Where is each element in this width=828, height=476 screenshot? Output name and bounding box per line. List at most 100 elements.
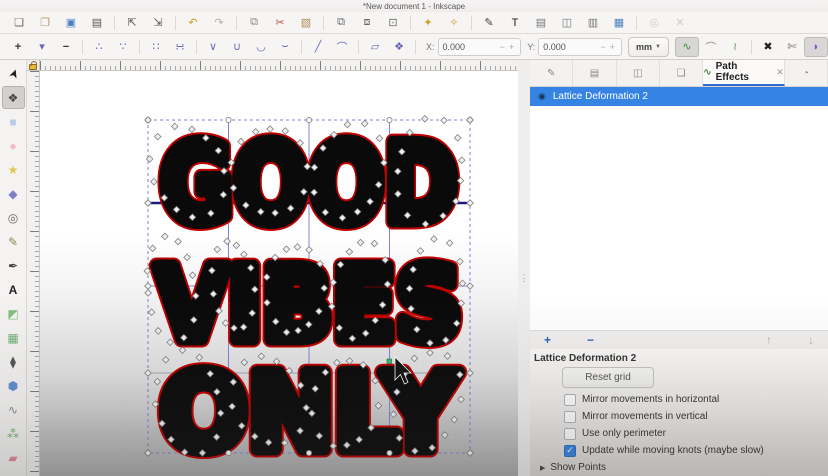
- checkbox-unchecked[interactable]: [564, 411, 576, 423]
- join-nodes-icon[interactable]: ∴: [87, 37, 111, 57]
- lattice-knot-handle[interactable]: [459, 157, 466, 164]
- tab-layers[interactable]: ▤: [573, 60, 616, 86]
- lattice-knot-handle[interactable]: [458, 396, 465, 403]
- lpe-list-area[interactable]: [530, 106, 828, 331]
- lpe-list-selected-row[interactable]: ◉ Lattice Deformation 2: [530, 87, 828, 106]
- redo-icon[interactable]: ↷: [206, 14, 232, 32]
- symmetric-node-icon[interactable]: ◡: [249, 37, 273, 57]
- layers-dialog-icon[interactable]: ▤: [528, 14, 554, 32]
- edit-clip-path-icon[interactable]: ✄: [780, 37, 804, 57]
- document-new-icon[interactable]: ❏: [6, 14, 32, 32]
- document-properties-dialog-icon[interactable]: ▦: [606, 14, 632, 32]
- lattice-knot-handle[interactable]: [467, 283, 474, 290]
- x-coordinate-field[interactable]: 0.000 − +: [438, 38, 522, 56]
- document-open-icon[interactable]: ❐: [32, 14, 58, 32]
- calligraphy-tool[interactable]: ✒: [2, 254, 25, 277]
- delete-segment-icon[interactable]: ∺: [168, 37, 192, 57]
- gradient-tool[interactable]: ◩: [2, 302, 25, 325]
- text-tool[interactable]: A: [2, 278, 25, 301]
- vertical-ruler[interactable]: [27, 71, 40, 476]
- selector-tool[interactable]: ➤: [0, 59, 28, 88]
- ellipse-tool[interactable]: ●: [2, 134, 25, 157]
- text-dialog-icon[interactable]: T: [502, 14, 528, 32]
- lattice-knot-handle[interactable]: [467, 450, 474, 457]
- show-transform-handles-icon[interactable]: ✖: [756, 37, 780, 57]
- artwork-text-line[interactable]: VIBES: [156, 246, 462, 363]
- spray-tool[interactable]: ⁂: [2, 422, 25, 445]
- delete-node-icon[interactable]: −: [54, 37, 78, 57]
- auto-smooth-node-icon[interactable]: ⌣: [273, 37, 297, 57]
- y-coordinate-field[interactable]: 0.000 − +: [538, 38, 622, 56]
- import-icon[interactable]: ⇱: [119, 14, 145, 32]
- lattice-knot-handle[interactable]: [145, 200, 152, 207]
- export-icon[interactable]: ⇲: [145, 14, 171, 32]
- paste-icon[interactable]: ▧: [293, 14, 319, 32]
- group-objects-icon[interactable]: ✦: [415, 14, 441, 32]
- ungroup-objects-icon[interactable]: ✧: [441, 14, 467, 32]
- show-points-expander[interactable]: ▶ Show Points: [540, 461, 824, 474]
- lattice-knot-handle[interactable]: [148, 309, 155, 316]
- checkbox-unchecked[interactable]: [564, 394, 576, 406]
- duplicate-icon[interactable]: ⧉: [328, 14, 354, 32]
- object-properties-dialog-icon[interactable]: ◫: [554, 14, 580, 32]
- smooth-node-icon[interactable]: ∪: [225, 37, 249, 57]
- lattice-knot-handle[interactable]: [145, 450, 152, 457]
- edit-path-effects-icon[interactable]: ◗: [804, 37, 828, 57]
- artwork-svg[interactable]: GOODGOODVIBESVIBESONLYONLY: [40, 71, 518, 476]
- document-print-icon[interactable]: ▤: [84, 14, 110, 32]
- lattice-knot-handle[interactable]: [144, 268, 151, 275]
- lattice-knot-handle[interactable]: [467, 200, 474, 207]
- lattice-corner-handle[interactable]: [226, 117, 231, 122]
- lattice-knot-handle[interactable]: [146, 156, 153, 163]
- panel-resize-divider[interactable]: ⋮: [518, 60, 530, 476]
- x-increment-button[interactable]: +: [507, 42, 516, 52]
- checkbox-unchecked[interactable]: [564, 428, 576, 440]
- insert-node-icon[interactable]: +: [6, 37, 30, 57]
- x-decrement-button[interactable]: −: [498, 42, 507, 52]
- segment-to-line-icon[interactable]: ╱: [306, 37, 330, 57]
- reset-grid-button[interactable]: Reset grid: [562, 367, 654, 388]
- stroke-to-path-icon[interactable]: ❖: [387, 37, 411, 57]
- tab-symbols[interactable]: ◔: [785, 60, 828, 86]
- lattice-knot-handle[interactable]: [149, 245, 156, 252]
- lattice-knot-handle[interactable]: [457, 177, 464, 184]
- lattice-knot-handle[interactable]: [145, 117, 152, 124]
- artwork-text-line[interactable]: GOOD: [160, 122, 458, 247]
- add-effect-button[interactable]: +: [544, 333, 551, 347]
- join-with-segment-icon[interactable]: ∷: [144, 37, 168, 57]
- pencil-tool[interactable]: ✎: [2, 230, 25, 253]
- tab-objects[interactable]: ◫: [617, 60, 660, 86]
- visibility-eye-icon[interactable]: ◉: [538, 91, 546, 102]
- show-bezier-handles-icon[interactable]: ∿: [675, 37, 699, 57]
- eraser-tool[interactable]: ▰: [2, 446, 25, 469]
- undo-icon[interactable]: ↶: [180, 14, 206, 32]
- align-dialog-icon[interactable]: ▥: [580, 14, 606, 32]
- unlink-clone-icon[interactable]: ⊡: [380, 14, 406, 32]
- lattice-knot-handle[interactable]: [467, 117, 474, 124]
- remove-effect-button[interactable]: −: [587, 333, 594, 347]
- break-nodes-icon[interactable]: ∵: [111, 37, 135, 57]
- tab-path-effects[interactable]: ∿Path Effects✕: [703, 60, 784, 86]
- grip-handle-icon[interactable]: ⋮: [520, 277, 529, 280]
- lattice-knot-handle[interactable]: [145, 370, 152, 377]
- lattice-knot-handle[interactable]: [152, 401, 159, 408]
- tab-fill-stroke[interactable]: ✎: [530, 60, 573, 86]
- checkbox-checked[interactable]: ✓: [564, 445, 576, 457]
- tab-close-icon[interactable]: ✕: [776, 67, 784, 78]
- cut-icon[interactable]: ✂: [267, 14, 293, 32]
- fill-stroke-dialog-icon[interactable]: ✎: [476, 14, 502, 32]
- show-path-outline-icon[interactable]: ⌒: [699, 37, 723, 57]
- spiral-tool[interactable]: ◎: [2, 206, 25, 229]
- ruler-lock-corner[interactable]: [27, 60, 40, 71]
- insert-node-options-icon[interactable]: ▾: [30, 37, 54, 57]
- next-lpe-parameter-icon[interactable]: ≀: [723, 37, 747, 57]
- mesh-gradient-tool[interactable]: ▦: [2, 326, 25, 349]
- document-save-icon[interactable]: ▣: [58, 14, 84, 32]
- move-effect-down-button[interactable]: ↓: [808, 333, 814, 347]
- y-value[interactable]: 0.000: [543, 42, 598, 52]
- lattice-corner-handle[interactable]: [387, 117, 392, 122]
- lattice-corner-handle[interactable]: [306, 117, 311, 122]
- dropper-tool[interactable]: ⧫: [2, 350, 25, 373]
- segment-to-curve-icon[interactable]: ⌒: [330, 37, 354, 57]
- lattice-knot-handle[interactable]: [145, 283, 152, 290]
